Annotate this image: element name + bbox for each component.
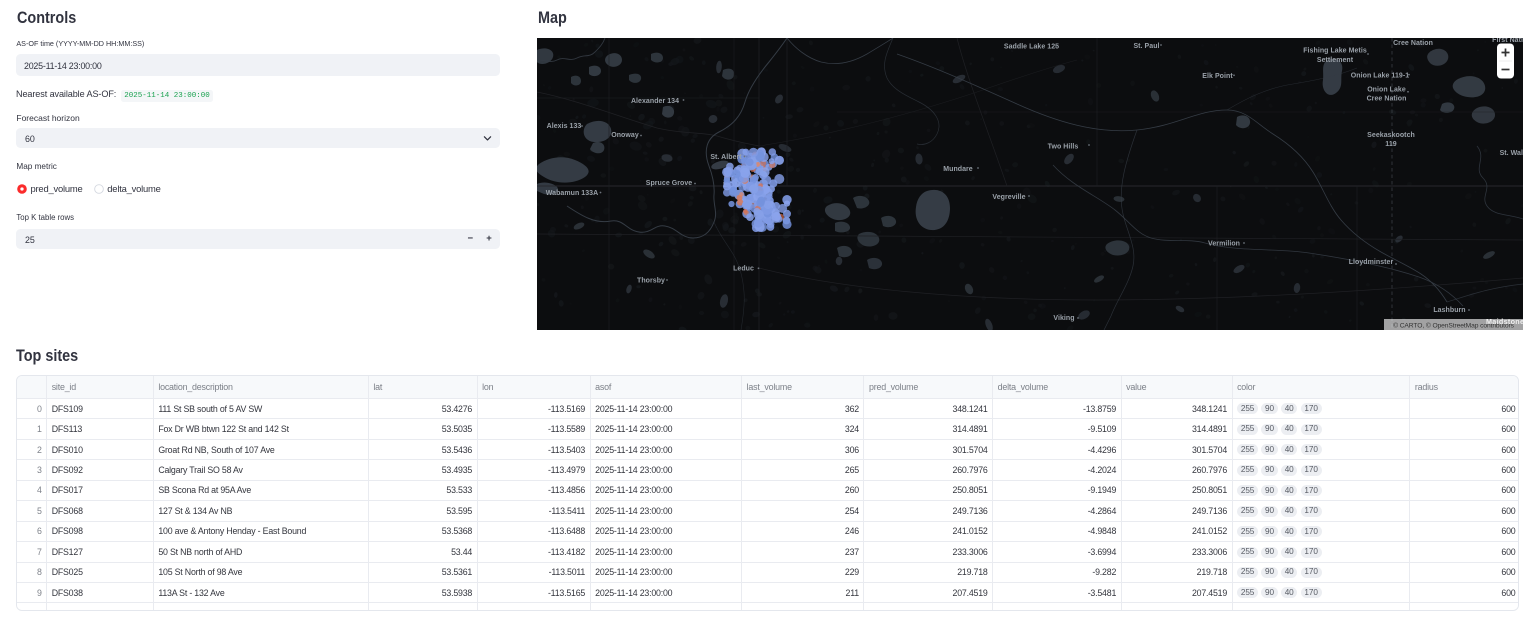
svg-text:Onoway: Onoway xyxy=(611,132,639,139)
svg-text:St. Paul: St. Paul xyxy=(1133,43,1159,50)
svg-text:Lloydminster: Lloydminster xyxy=(1349,259,1394,266)
svg-text:First Nati: First Nati xyxy=(1492,38,1523,44)
svg-text:Leduc: Leduc xyxy=(733,266,754,273)
svg-text:Two Hills: Two Hills xyxy=(1048,144,1079,151)
svg-text:Thorsby: Thorsby xyxy=(637,278,665,285)
svg-text:119: 119 xyxy=(1385,141,1396,148)
svg-text:Vegreville: Vegreville xyxy=(992,194,1025,201)
svg-text:Alexis 133: Alexis 133 xyxy=(547,123,582,130)
svg-text:Fishing Lake Metis: Fishing Lake Metis xyxy=(1303,48,1367,55)
svg-text:Lashburn: Lashburn xyxy=(1433,307,1465,314)
svg-text:Alexander 134: Alexander 134 xyxy=(631,98,679,105)
svg-text:Cree Nation: Cree Nation xyxy=(1367,96,1407,103)
svg-text:Onion Lake 119-1: Onion Lake 119-1 xyxy=(1351,73,1409,80)
svg-text:Spruce Grove: Spruce Grove xyxy=(646,180,693,187)
svg-text:Elk Point: Elk Point xyxy=(1202,73,1233,80)
svg-text:Vermilion: Vermilion xyxy=(1208,241,1240,248)
svg-text:Seekaskootch: Seekaskootch xyxy=(1367,132,1415,139)
svg-text:St. Wal: St. Wal xyxy=(1500,150,1523,157)
svg-text:St. Albert: St. Albert xyxy=(710,154,742,161)
svg-text:Viking: Viking xyxy=(1053,315,1074,322)
svg-text:Saddle Lake 125: Saddle Lake 125 xyxy=(1004,44,1059,51)
svg-text:Cree Nation: Cree Nation xyxy=(1393,40,1433,47)
svg-text:Wabamun 133A: Wabamun 133A xyxy=(546,190,598,197)
svg-text:Settlement: Settlement xyxy=(1317,57,1354,64)
svg-text:Mundare: Mundare xyxy=(943,166,973,173)
svg-text:Maidstone: Maidstone xyxy=(1486,317,1523,326)
svg-text:Onion Lake: Onion Lake xyxy=(1367,87,1406,94)
